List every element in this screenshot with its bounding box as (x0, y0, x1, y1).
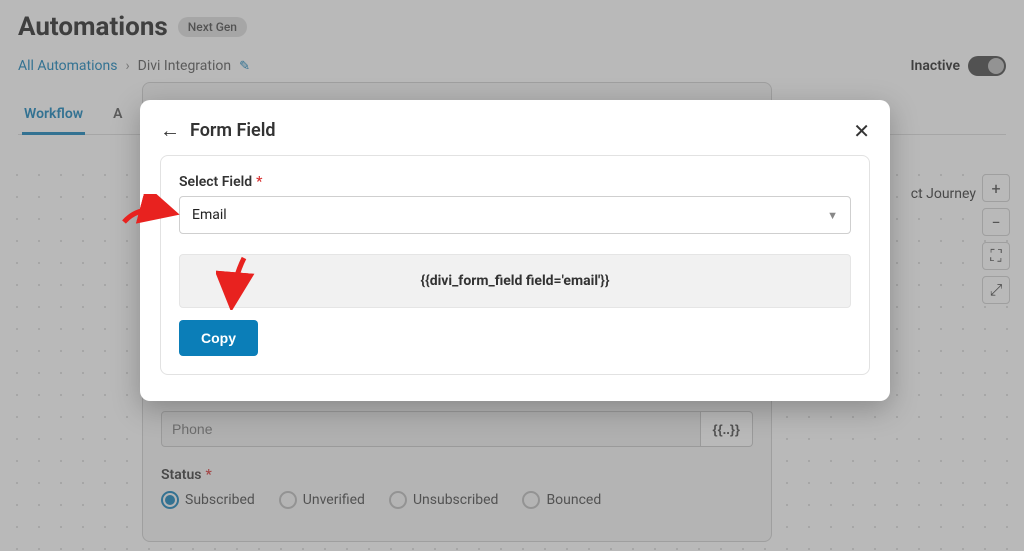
form-field-modal: ← Form Field ✕ Select Field * Email ▼ {{… (140, 100, 890, 401)
select-field-label: Select Field * (179, 174, 851, 190)
required-asterisk: * (256, 174, 262, 190)
close-icon[interactable]: ✕ (853, 119, 870, 143)
select-field-value: Email (192, 207, 227, 223)
copy-button[interactable]: Copy (179, 320, 258, 356)
modal-title: Form Field (190, 120, 276, 141)
code-snippet: {{divi_form_field field='email'}} (179, 254, 851, 308)
chevron-down-icon: ▼ (827, 209, 838, 222)
select-field-dropdown[interactable]: Email ▼ (179, 196, 851, 234)
back-arrow-icon[interactable]: ← (160, 118, 180, 143)
